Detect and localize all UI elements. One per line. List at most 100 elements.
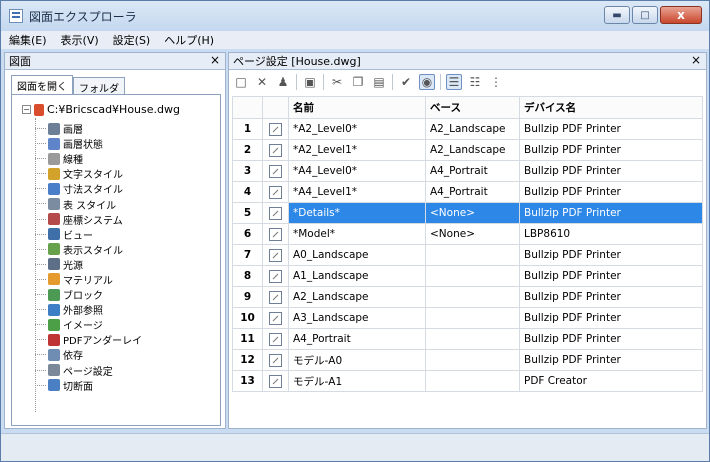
table-row[interactable]: 2 *A2_Level1* A2_Landscape Bullzip PDF Prin… (232, 139, 703, 161)
purge-icon[interactable]: ♟ (275, 74, 291, 90)
drawings-panel-title: 図面 (9, 55, 31, 68)
cell-name: A1_Landscape (288, 265, 426, 287)
tree-view-icon[interactable]: ⋮ (488, 74, 504, 90)
table-row[interactable]: 10 A3_Landscape Bullzip PDF Printer (232, 307, 703, 329)
tree-item[interactable]: 光源 (34, 257, 142, 272)
list-view-icon[interactable]: ☷ (467, 74, 483, 90)
cell-base: A4_Portrait (425, 160, 520, 182)
tree-item[interactable]: PDFアンダーレイ (34, 332, 142, 347)
regen-icon[interactable]: ◉ (419, 74, 435, 90)
cell-base: <None> (425, 202, 520, 224)
tree-item-label: マテリアル (63, 275, 113, 287)
tree-item-label: ブロック (63, 291, 103, 303)
delete-icon[interactable]: ✕ (254, 74, 270, 90)
header-device[interactable]: デバイス名 (519, 96, 703, 119)
row-icon (262, 286, 289, 308)
menu-settings[interactable]: 設定(S) (113, 32, 151, 48)
tree-item[interactable]: 表 スタイル (34, 196, 142, 212)
tree-item[interactable]: 文字スタイル (34, 166, 142, 181)
row-icon (262, 160, 289, 182)
pdf-underlay-icon (48, 333, 60, 346)
menu-edit[interactable]: 編集(E) (9, 32, 47, 48)
cell-device: Bullzip PDF Printer (519, 181, 703, 203)
tree-item[interactable]: ビュー (34, 227, 142, 242)
tree-item[interactable]: 外部参照 (34, 302, 142, 317)
tree-item[interactable]: 表示スタイル (34, 242, 142, 257)
row-number: 11 (232, 328, 263, 350)
cell-base: A2_Landscape (425, 118, 520, 140)
tree-item[interactable]: 寸法スタイル (34, 181, 142, 196)
table-row[interactable]: 7 A0_Landscape Bullzip PDF Printer (232, 244, 703, 266)
tree-item-label: 光源 (63, 260, 83, 272)
tree-root-house[interactable]: − C:¥Bricscad¥House.dwg (22, 103, 180, 116)
window-controls: ▬ □ x (604, 6, 702, 24)
row-number: 6 (232, 223, 263, 245)
table-row[interactable]: 6 *Model* <None> LBP8610 (232, 223, 703, 245)
page-setup-panel-close-icon[interactable]: × (691, 53, 701, 67)
header-icon (262, 96, 289, 119)
visual-style-icon (48, 243, 60, 256)
menu-view[interactable]: 表示(V) (61, 32, 99, 48)
cell-device: Bullzip PDF Printer (519, 307, 703, 329)
table-row[interactable]: 13 モデル-A1 PDF Creator (232, 370, 703, 392)
table-row[interactable]: 5 *Details* <None> Bullzip PDF Printer (232, 202, 703, 224)
table-row[interactable]: 3 *A4_Level0* A4_Portrait Bullzip PDF Print… (232, 160, 703, 182)
layout-sheet-icon (269, 269, 282, 283)
row-icon (262, 244, 289, 266)
header-name[interactable]: 名前 (288, 96, 426, 119)
paste-icon[interactable]: ▤ (371, 74, 387, 90)
cell-device: Bullzip PDF Printer (519, 328, 703, 350)
layout-sheet-icon (269, 374, 282, 388)
cell-base (425, 265, 520, 287)
layout-sheet-icon (269, 353, 282, 367)
table-row[interactable]: 1 *A2_Level0* A2_Landscape Bullzip PDF Prin… (232, 118, 703, 140)
close-button[interactable]: x (660, 6, 702, 24)
dimension-style-icon (48, 182, 60, 195)
maximize-button[interactable]: □ (632, 6, 658, 24)
table-row[interactable]: 11 A4_Portrait Bullzip PDF Printer (232, 328, 703, 350)
tree-item[interactable]: 線種 (34, 151, 142, 167)
tree-item-label: 画層状態 (63, 140, 103, 152)
tree-item[interactable]: イメージ (34, 317, 142, 332)
insert-icon[interactable]: ▣ (302, 74, 318, 90)
cut-icon[interactable]: ✂ (329, 74, 345, 90)
table-style-icon (48, 198, 60, 211)
tree-item[interactable]: 依存 (34, 347, 142, 362)
cell-name: A0_Landscape (288, 244, 426, 266)
tab-folders[interactable]: フォルダ (73, 77, 125, 95)
copy-icon[interactable]: ❐ (350, 74, 366, 90)
tree-item[interactable]: ページ設定 (34, 363, 142, 378)
collapse-icon[interactable]: − (22, 105, 31, 114)
table-header-row: 名前 ベース デバイス名 (232, 96, 703, 119)
drawings-panel-close-icon[interactable]: × (210, 53, 220, 67)
tree-item[interactable]: 画層状態 (34, 136, 142, 152)
tree-connector-line (35, 118, 36, 412)
tree-item[interactable]: マテリアル (34, 272, 142, 287)
row-icon (262, 307, 289, 329)
table-row[interactable]: 12 モデル-A0 Bullzip PDF Printer (232, 349, 703, 371)
menu-help[interactable]: ヘルプ(H) (164, 32, 214, 48)
tree-item[interactable]: 座標システム (34, 212, 142, 227)
cell-name: A3_Landscape (288, 307, 426, 329)
layout-sheet-icon (269, 248, 282, 262)
app-icon (9, 9, 23, 23)
minimize-button[interactable]: ▬ (604, 6, 630, 24)
set-current-icon[interactable]: ✔ (398, 74, 414, 90)
table-row[interactable]: 8 A1_Landscape Bullzip PDF Printer (232, 265, 703, 287)
row-number: 9 (232, 286, 263, 308)
details-view-icon[interactable]: ☰ (446, 74, 462, 90)
table-row[interactable]: 4 *A4_Level1* A4_Portrait Bullzip PDF Print… (232, 181, 703, 203)
new-icon[interactable]: □ (233, 74, 249, 90)
tree-item[interactable]: 切断面 (34, 378, 142, 393)
tree-item[interactable]: 画層 (34, 121, 142, 136)
table-row[interactable]: 9 A2_Landscape Bullzip PDF Printer (232, 286, 703, 308)
tree-item[interactable]: ブロック (34, 287, 142, 303)
ucs-icon (48, 213, 60, 226)
header-number (232, 96, 263, 119)
material-icon (48, 273, 60, 286)
tree-item-label: 線種 (63, 155, 83, 167)
tab-open-drawings[interactable]: 図面を開く (11, 75, 73, 94)
header-base[interactable]: ベース (425, 96, 520, 119)
title-bar[interactable]: 図面エクスプローラ ▬ □ x (1, 1, 709, 31)
row-icon (262, 328, 289, 350)
